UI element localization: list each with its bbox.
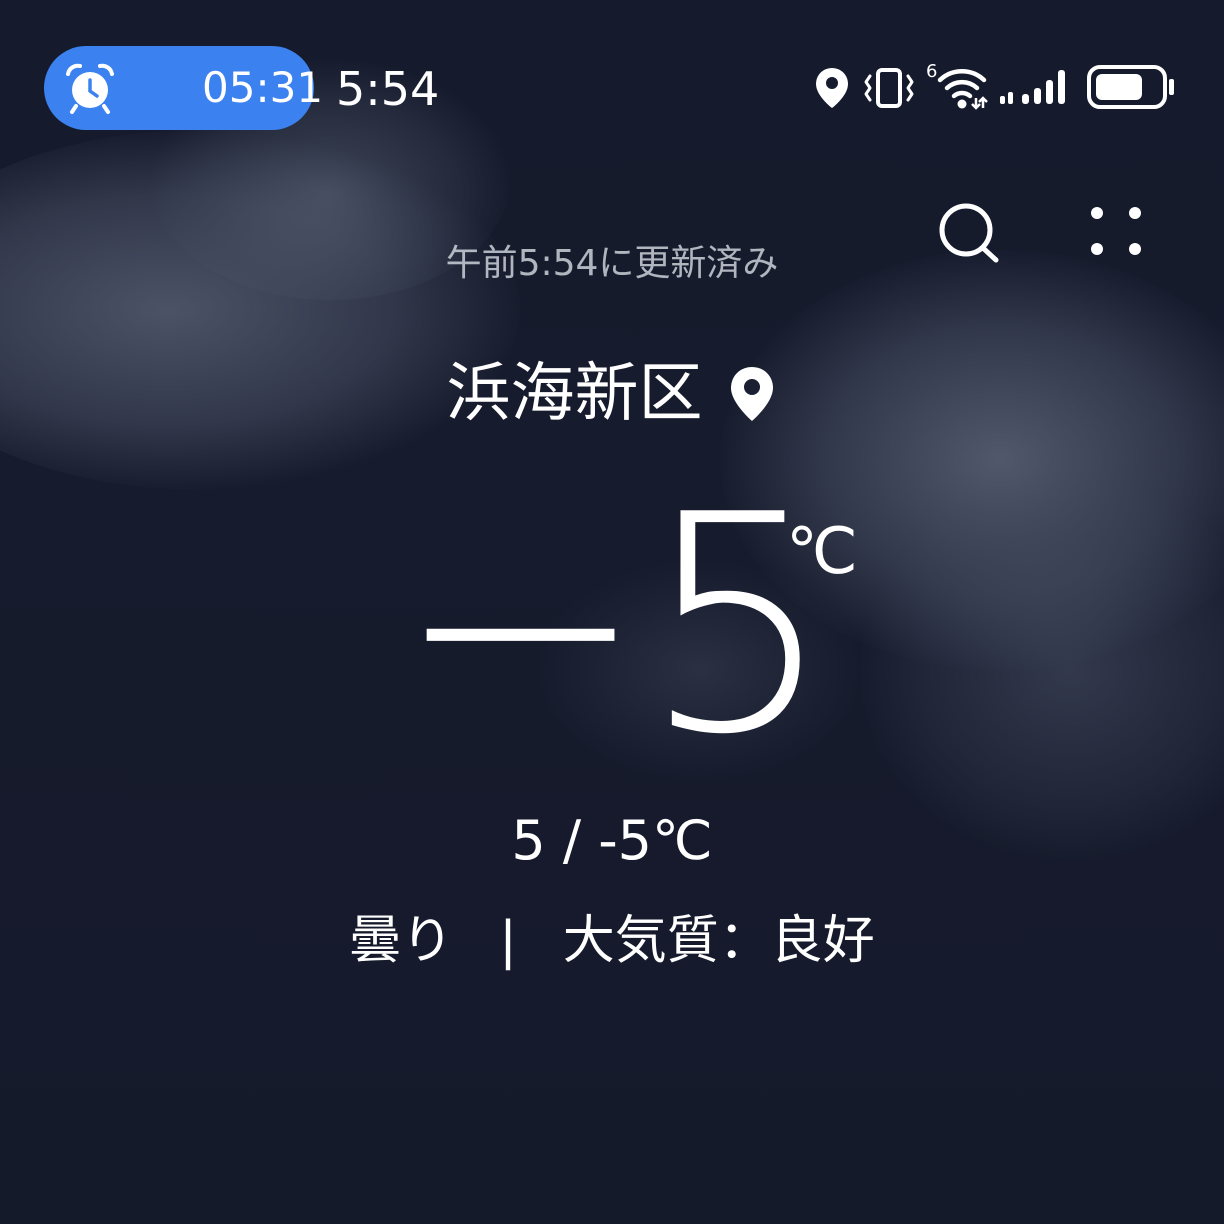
cellular-signal-icon	[998, 68, 1074, 112]
temperature-unit: ℃	[786, 515, 858, 589]
updated-timestamp: 午前5:54に更新済み	[445, 243, 779, 284]
location-pin-icon	[726, 363, 778, 425]
alarm-time: 05:31	[202, 63, 324, 112]
status-clock: 5:54	[336, 62, 440, 116]
vibrate-icon	[862, 66, 916, 114]
condition-row: 曇り | 大気質：良好	[0, 908, 1224, 974]
temperature-range: 5 / -5℃	[511, 809, 713, 872]
cloud	[0, 130, 520, 490]
wifi-icon	[936, 66, 988, 114]
weather-condition: 曇り	[349, 911, 454, 971]
separator: |	[499, 911, 517, 971]
current-temperature: −5	[394, 451, 833, 800]
air-quality[interactable]: 大気質：良好	[563, 911, 875, 971]
city-name: 浜海新区	[446, 357, 703, 431]
weather-screen: 05:31 5:54 6 午前5:54に更新済み 浜海新区 −5 ℃ 5 / -…	[0, 0, 1224, 1224]
battery-icon	[1086, 64, 1178, 114]
alarm-clock-icon	[62, 60, 118, 116]
location-icon	[814, 66, 850, 114]
location-header[interactable]: 浜海新区	[0, 354, 1224, 434]
alarm-pill[interactable]: 05:31	[44, 46, 323, 130]
